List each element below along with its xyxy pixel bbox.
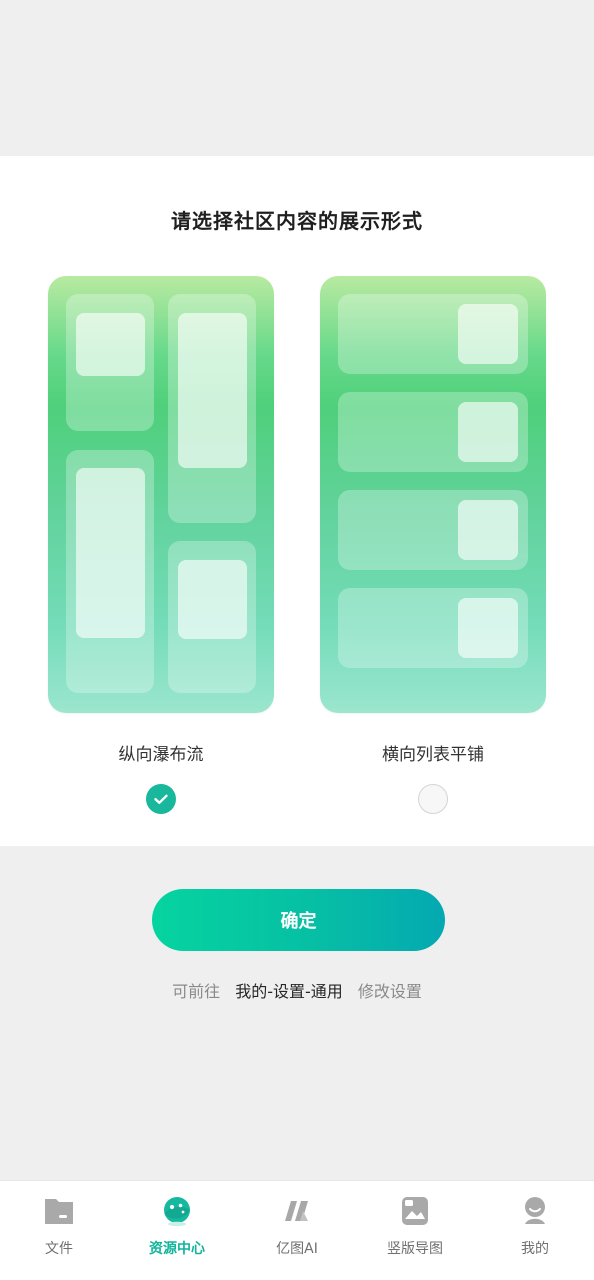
page: 请选择社区内容的展示形式 纵向瀑布流 横向列表平铺 确定 可前往 我的-设置-通… — [0, 0, 594, 1280]
bottom-tab-bar: 文件 资源中心 亿图AI 竖版导图 我的 — [0, 1180, 594, 1280]
hint-prefix: 可前往 — [172, 982, 221, 1001]
waterfall-inner-top-left — [76, 313, 145, 376]
edraw-ai-icon — [285, 1201, 308, 1221]
tab-mine-label: 我的 — [521, 1241, 549, 1257]
user-icon — [525, 1197, 545, 1224]
radio-waterfall-selected[interactable] — [146, 784, 176, 814]
tab-mine[interactable]: 我的 — [476, 1193, 594, 1273]
radio-list-unselected[interactable] — [418, 784, 448, 814]
checkmark-icon — [154, 794, 168, 804]
hint-suffix: 修改设置 — [357, 982, 422, 1001]
top-gray-area — [0, 0, 594, 156]
tab-files[interactable]: 文件 — [0, 1193, 118, 1273]
tab-resource-center[interactable]: 资源中心 — [118, 1193, 236, 1273]
confirm-button[interactable]: 确定 — [152, 889, 445, 951]
list-inner-3 — [458, 500, 518, 560]
tab-edraw-ai[interactable]: 亿图AI — [238, 1193, 356, 1273]
waterfall-inner-bottom-right — [178, 560, 247, 639]
ai-image-icon — [402, 1197, 428, 1225]
tab-vertical-mindmap-label: 竖版导图 — [387, 1241, 443, 1257]
tab-vertical-mindmap[interactable]: 竖版导图 — [356, 1193, 474, 1273]
waterfall-inner-bottom-left — [76, 468, 145, 638]
settings-hint: 可前往 我的-设置-通用 修改设置 — [0, 978, 594, 1002]
waterfall-inner-top-right — [178, 313, 247, 468]
list-inner-4 — [458, 598, 518, 658]
option-label-waterfall: 纵向瀑布流 — [118, 745, 204, 765]
list-inner-2 — [458, 402, 518, 462]
waterfall-preview-card[interactable] — [48, 276, 274, 713]
list-inner-1 — [458, 304, 518, 364]
tab-edraw-ai-label: 亿图AI — [276, 1241, 318, 1257]
tab-files-label: 文件 — [45, 1241, 73, 1257]
option-label-list: 横向列表平铺 — [382, 745, 484, 765]
page-title: 请选择社区内容的展示形式 — [171, 209, 423, 233]
planet-icon — [164, 1197, 190, 1227]
hint-settings-path: 我的-设置-通用 — [235, 982, 343, 1001]
list-preview-card[interactable] — [320, 276, 546, 713]
tab-resource-center-label: 资源中心 — [149, 1241, 205, 1257]
folder-icon — [45, 1199, 73, 1224]
